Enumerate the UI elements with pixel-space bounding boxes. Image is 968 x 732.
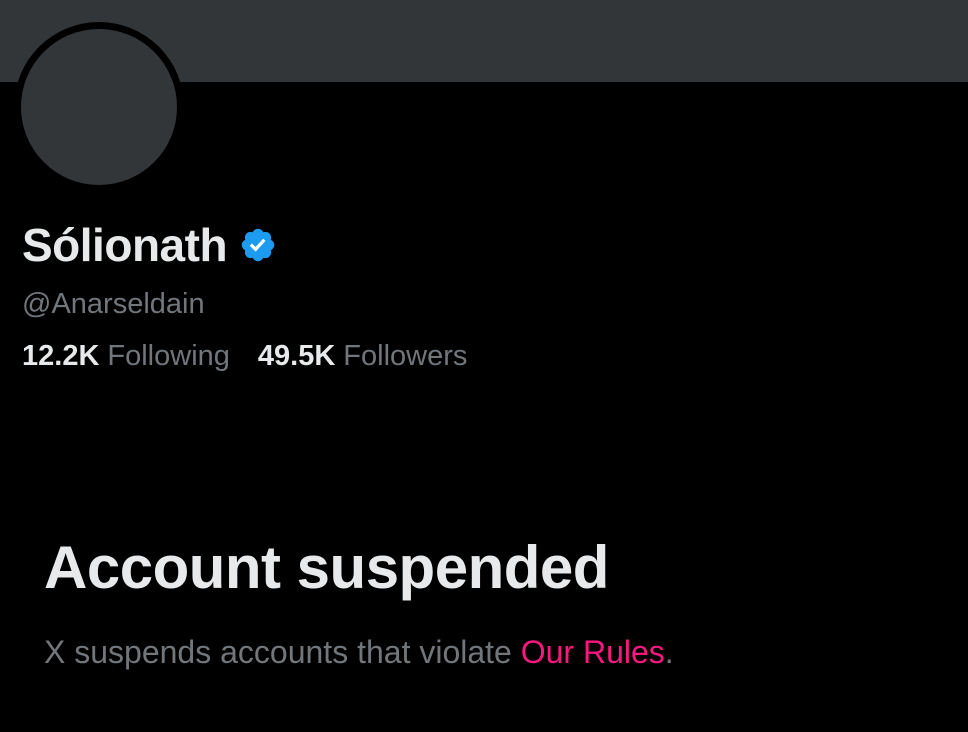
followers-stat[interactable]: 49.5K Followers [258,336,467,376]
followers-label: Followers [343,340,468,372]
following-stat[interactable]: 12.2K Following [22,336,230,376]
following-count: 12.2K [22,340,100,372]
following-label: Following [107,340,230,372]
avatar[interactable] [14,22,184,192]
our-rules-link[interactable]: Our Rules [521,634,665,670]
profile-stats: 12.2K Following 49.5K Followers [22,336,495,376]
suspended-title: Account suspended [44,534,609,601]
suspended-message: X suspends accounts that violate Our Rul… [44,630,674,674]
display-name: Sólionath [22,219,228,271]
followers-count: 49.5K [257,340,336,372]
suspended-message-text: X suspends accounts that violate [44,634,521,670]
avatar-placeholder [21,29,177,185]
suspended-message-end: . [664,634,674,670]
profile-name-row: Sólionath [22,218,277,272]
profile-handle: @Anarseldain [22,288,205,320]
verified-check-icon[interactable] [239,226,277,264]
